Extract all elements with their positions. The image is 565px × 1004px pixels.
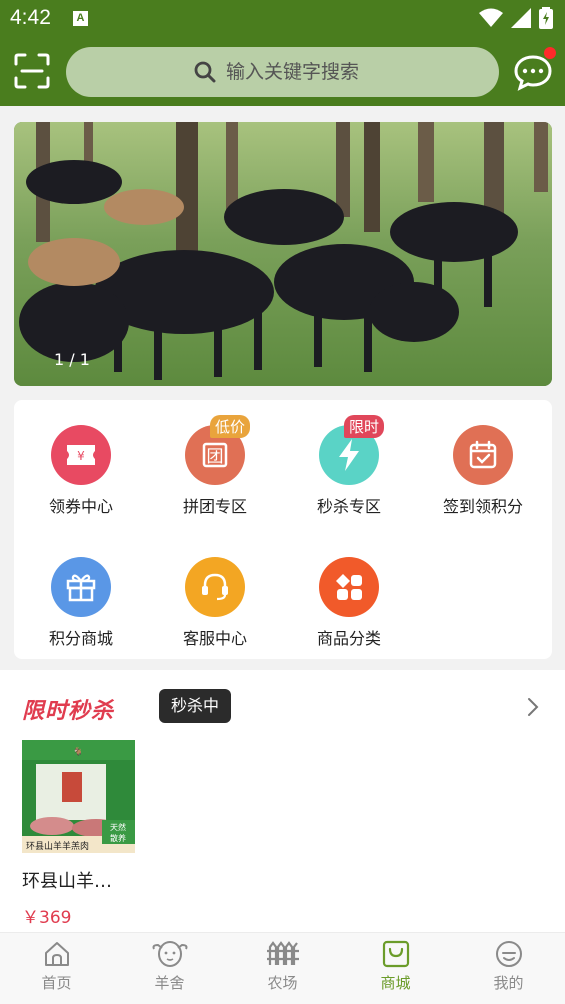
messages-button[interactable] xyxy=(514,47,556,92)
calendar-icon xyxy=(453,425,513,485)
tab-profile[interactable]: 我的 xyxy=(452,933,565,1004)
notification-a-icon: A xyxy=(73,11,88,26)
signal-icon xyxy=(511,8,531,28)
flash-sale-status: 秒杀中 xyxy=(159,689,231,723)
farm-icon xyxy=(266,941,299,965)
grid-item-label: 签到领积分 xyxy=(442,497,523,516)
unread-dot xyxy=(544,47,556,59)
grid-item-label: 客服中心 xyxy=(182,629,247,648)
svg-text:天然: 天然 xyxy=(110,822,126,832)
grid-item-flash-sale[interactable]: 限时 秒杀专区 xyxy=(282,415,416,517)
home-icon xyxy=(44,942,69,966)
product-name: 环县山羊… xyxy=(22,871,112,892)
tab-label: 首页 xyxy=(41,974,72,992)
bottom-tab-bar: 首页 羊舍 农场 商城 我的 xyxy=(0,932,565,1004)
headset-icon xyxy=(185,557,245,617)
grid-item-group-buy[interactable]: 团 低价 拼团专区 xyxy=(148,415,282,517)
system-icons xyxy=(479,7,553,29)
grid-item-label: 领券中心 xyxy=(48,497,113,516)
shopping-bag-icon xyxy=(382,940,409,968)
status-time: 4:42 xyxy=(10,6,51,29)
svg-text:🐐: 🐐 xyxy=(73,746,83,756)
grid-item-categories[interactable]: 商品分类 xyxy=(282,557,416,649)
app-header: 4:42 A xyxy=(0,0,565,106)
grid-item-label: 秒杀专区 xyxy=(316,497,381,516)
banner-page-indicator: 1 / 1 xyxy=(54,350,90,369)
svg-text:¥: ¥ xyxy=(77,449,85,463)
lightning-icon: 限时 xyxy=(319,415,385,485)
tab-label: 羊舍 xyxy=(154,974,185,992)
grid-item-coupon-center[interactable]: ¥ 领券中心 xyxy=(14,425,148,517)
limited-time-badge: 限时 xyxy=(344,415,385,438)
tab-sheep-pen[interactable]: 羊舍 xyxy=(113,933,226,1004)
flash-sale-title: 限时秒杀 xyxy=(22,699,115,724)
tab-label: 农场 xyxy=(267,974,298,992)
scan-icon[interactable] xyxy=(14,53,50,89)
product-image: 🐐 环县山羊羊羔肉 天然 散养 xyxy=(22,740,135,853)
sheep-icon xyxy=(152,941,187,967)
search-input[interactable] xyxy=(226,57,486,87)
grid-item-customer-service[interactable]: 客服中心 xyxy=(148,557,282,649)
grid-item-label: 拼团专区 xyxy=(182,497,247,516)
coupon-icon: ¥ xyxy=(51,425,111,485)
banner-image xyxy=(14,122,552,386)
tab-label: 商城 xyxy=(380,974,411,992)
category-icon xyxy=(319,557,379,617)
status-bar: 4:42 A xyxy=(0,0,565,38)
search-bar[interactable] xyxy=(66,47,499,97)
svg-text:散养: 散养 xyxy=(110,833,126,843)
grid-item-label: 商品分类 xyxy=(316,629,381,648)
group-buy-icon: 团 低价 xyxy=(185,415,251,485)
tab-label: 我的 xyxy=(493,974,524,992)
product-card[interactable]: 🐐 环县山羊羊羔肉 天然 散养 环县山羊… ￥369 xyxy=(22,740,136,928)
tab-farm[interactable]: 农场 xyxy=(226,933,339,1004)
tab-mall[interactable]: 商城 xyxy=(339,933,452,1004)
low-price-badge: 低价 xyxy=(210,415,251,438)
flash-sale-section: 限时秒杀 秒杀中 🐐 环县山羊羊羔肉 天然 散养 环县山羊… ￥369 xyxy=(0,670,565,932)
svg-text:团: 团 xyxy=(207,447,224,467)
gift-icon xyxy=(51,557,111,617)
grid-item-label: 积分商城 xyxy=(48,629,113,648)
grid-item-check-in[interactable]: 签到领积分 xyxy=(416,425,550,517)
profile-icon xyxy=(495,941,522,967)
product-image-caption: 环县山羊羊羔肉 xyxy=(26,840,89,852)
banner-carousel[interactable]: 1 / 1 xyxy=(14,122,552,386)
chevron-right-icon[interactable] xyxy=(522,696,544,718)
chat-icon xyxy=(514,55,552,91)
product-price: ￥369 xyxy=(22,908,72,928)
grid-item-points-mall[interactable]: 积分商城 xyxy=(14,557,148,649)
search-icon xyxy=(194,61,216,83)
feature-grid: ¥ 领券中心 团 低价 拼团专区 限时 秒杀专区 签到领积分 积分商城 客服中心 xyxy=(14,400,552,659)
tab-home[interactable]: 首页 xyxy=(0,933,113,1004)
wifi-icon xyxy=(479,8,503,27)
battery-icon xyxy=(539,7,553,29)
